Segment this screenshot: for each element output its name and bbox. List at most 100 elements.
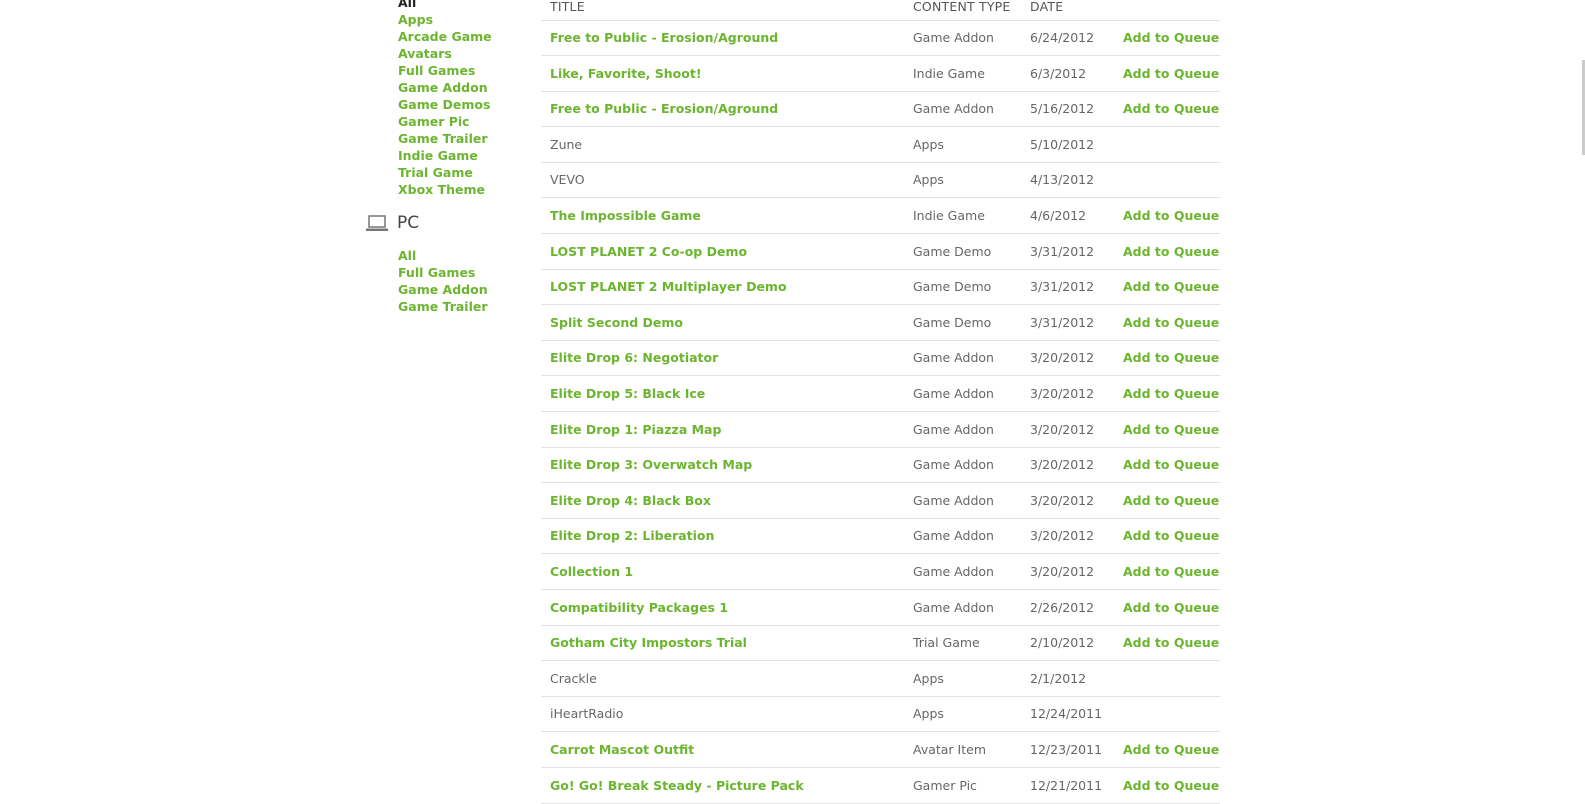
table-row: Carrot Mascot Outfit Avatar Item 12/23/201… (541, 732, 1220, 768)
add-to-queue-link[interactable]: Add to Queue (1123, 102, 1219, 116)
table-row: Collection 1 Game Addon 3/20/2012 Add to Qu… (541, 554, 1220, 590)
pc-category-all[interactable]: All (398, 247, 488, 264)
row-date: 3/20/2012 (1030, 386, 1095, 401)
pc-heading-label: PC (397, 213, 420, 233)
add-to-queue-link[interactable]: Add to Queue (1123, 565, 1219, 579)
row-title-link[interactable]: Gotham City Impostors Trial (550, 636, 747, 650)
pc-category-full-games[interactable]: Full Games (398, 264, 488, 281)
row-content-type: Game Demo (913, 243, 992, 259)
xbox-category-full-games[interactable]: Full Games (398, 62, 492, 79)
row-date: 12/24/2011 (1030, 706, 1103, 722)
row-title: Zune (550, 136, 583, 152)
table-row: Zune Apps 5/10/2012 (541, 127, 1220, 163)
table-header: TITLE CONTENT TYPE DATE (541, 0, 1220, 21)
row-date: 2/26/2012 (1030, 599, 1095, 615)
add-to-queue-link[interactable]: Add to Queue (1123, 422, 1219, 437)
xbox-category-arcade-game[interactable]: Arcade Game (398, 28, 492, 45)
xbox-category-indie-game[interactable]: Indie Game (398, 147, 492, 164)
row-content-type: Apps (913, 670, 944, 686)
row-date: 3/20/2012 (1030, 528, 1095, 544)
row-content-type: Game Addon (913, 421, 994, 437)
table-row: Elite Drop 5: Black Ice Game Addon 3/20/20… (541, 376, 1220, 412)
xbox-category-list: All Apps Arcade Game Avatars Full Games Game … (398, 0, 492, 198)
row-title-link[interactable]: Free to Public - Erosion/Aground (550, 31, 778, 45)
add-to-queue-link[interactable]: Add to Queue (1123, 66, 1219, 81)
xbox-category-xbox-theme[interactable]: Xbox Theme (398, 181, 492, 198)
row-content-type: Gamer Pic (913, 777, 977, 793)
row-title-link[interactable]: Collection 1 (550, 565, 633, 579)
row-title-link[interactable]: The Impossible Game (550, 209, 701, 223)
row-title-link[interactable]: LOST PLANET 2 Multiplayer Demo (550, 280, 787, 294)
xbox-category-apps[interactable]: Apps (398, 11, 492, 28)
row-content-type: Game Addon (913, 599, 994, 615)
add-to-queue-link[interactable]: Add to Queue (1123, 600, 1219, 615)
add-to-queue-link[interactable]: Add to Queue (1123, 209, 1219, 223)
xbox-category-game-addon[interactable]: Game Addon (398, 79, 492, 96)
row-title-link[interactable]: Compatibility Packages 1 (550, 600, 728, 615)
row-date: 6/3/2012 (1030, 65, 1087, 81)
xbox-category-gamer-pic[interactable]: Gamer Pic (398, 113, 492, 130)
add-to-queue-link[interactable]: Add to Queue (1123, 387, 1219, 401)
table-row: Elite Drop 4: Black Box Game Addon 3/20/20… (541, 483, 1220, 519)
add-to-queue-link[interactable]: Add to Queue (1123, 458, 1219, 472)
row-date: 3/20/2012 (1030, 350, 1095, 366)
row-title-link[interactable]: Elite Drop 2: Liberation (550, 529, 714, 543)
row-date: 2/1/2012 (1030, 670, 1087, 686)
row-date: 2/10/2012 (1030, 635, 1095, 651)
row-content-type: Avatar Item (913, 742, 987, 757)
table-row: Split Second Demo Game Demo 3/31/2012 Add t… (541, 305, 1220, 341)
table-row: Gotham City Impostors Trial Trial Game 2/1… (541, 625, 1220, 662)
add-to-queue-link[interactable]: Add to Queue (1123, 493, 1219, 508)
category-sidebar: All Apps Arcade Game Avatars Full Games Game … (0, 0, 520, 798)
table-row: Elite Drop 2: Liberation Game Addon 3/20/2… (541, 518, 1220, 555)
row-content-type: Game Addon (913, 457, 994, 473)
column-header-title[interactable]: TITLE (550, 0, 585, 14)
row-title-link[interactable]: Carrot Mascot Outfit (550, 743, 694, 757)
row-date: 3/20/2012 (1030, 421, 1095, 437)
table-row: Elite Drop 3: Overwatch Map Game Addon 3/2… (541, 447, 1220, 484)
table-row: The Impossible Game Indie Game 4/6/2012 Add… (541, 198, 1220, 234)
row-title-link[interactable]: Elite Drop 5: Black Ice (550, 387, 705, 401)
xbox-category-all[interactable]: All (398, 0, 492, 11)
row-title-link[interactable]: Like, Favorite, Shoot! (550, 66, 702, 81)
row-title-link[interactable]: Elite Drop 6: Negotiator (550, 351, 718, 365)
add-to-queue-link[interactable]: Add to Queue (1123, 351, 1219, 365)
row-content-type: Game Demo (913, 279, 992, 295)
add-to-queue-link[interactable]: Add to Queue (1123, 31, 1219, 45)
add-to-queue-link[interactable]: Add to Queue (1123, 636, 1219, 650)
row-date: 3/31/2012 (1030, 243, 1095, 259)
row-content-type: Indie Game (913, 208, 985, 223)
table-row: Compatibility Packages 1 Game Addon 2/26/2… (541, 590, 1220, 626)
row-title-link[interactable]: Elite Drop 1: Piazza Map (550, 422, 721, 437)
xbox-category-game-trailer[interactable]: Game Trailer (398, 130, 492, 147)
row-title-link[interactable]: Split Second Demo (550, 315, 683, 330)
row-date: 4/6/2012 (1030, 208, 1087, 223)
add-to-queue-link[interactable]: Add to Queue (1123, 280, 1219, 294)
row-title-link[interactable]: LOST PLANET 2 Co-op Demo (550, 244, 747, 259)
row-title-link[interactable]: Elite Drop 4: Black Box (550, 493, 711, 508)
row-content-type: Indie Game (913, 65, 985, 81)
row-content-type: Game Demo (913, 314, 992, 330)
row-title-link[interactable]: Free to Public - Erosion/Aground (550, 102, 778, 116)
row-date: 3/20/2012 (1030, 457, 1095, 473)
row-date: 4/13/2012 (1030, 172, 1095, 188)
row-date: 12/21/2011 (1030, 777, 1103, 793)
row-content-type: Game Addon (913, 30, 994, 45)
pc-category-game-addon[interactable]: Game Addon (398, 281, 488, 298)
column-header-content-type[interactable]: CONTENT TYPE (913, 0, 1011, 14)
add-to-queue-link[interactable]: Add to Queue (1123, 244, 1219, 259)
add-to-queue-link[interactable]: Add to Queue (1123, 743, 1219, 757)
add-to-queue-link[interactable]: Add to Queue (1123, 529, 1219, 543)
table-row: LOST PLANET 2 Multiplayer Demo Game Demo 3… (541, 269, 1220, 306)
xbox-category-game-demos[interactable]: Game Demos (398, 96, 492, 113)
column-header-date[interactable]: DATE (1030, 0, 1063, 14)
add-to-queue-link[interactable]: Add to Queue (1123, 315, 1219, 330)
row-date: 3/31/2012 (1030, 279, 1095, 295)
row-title-link[interactable]: Elite Drop 3: Overwatch Map (550, 458, 752, 472)
row-content-type: Trial Game (913, 635, 980, 651)
xbox-category-trial-game[interactable]: Trial Game (398, 164, 492, 181)
row-title-link[interactable]: Go! Go! Break Steady - Picture Pack (550, 778, 804, 793)
pc-category-game-trailer[interactable]: Game Trailer (398, 298, 488, 315)
add-to-queue-link[interactable]: Add to Queue (1123, 778, 1219, 793)
xbox-category-avatars[interactable]: Avatars (398, 45, 492, 62)
